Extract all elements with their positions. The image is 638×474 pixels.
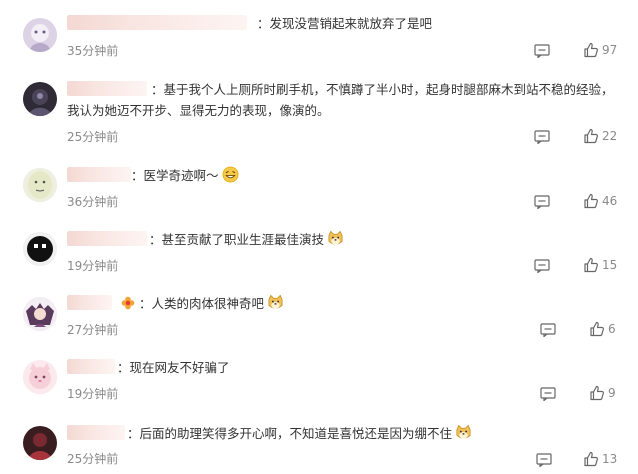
comment-text: ：后面的助理笑得多开心啊，不知道是喜悦还是因为绷不住 [127,426,453,441]
comment-text: ：基于我个人上厕所时刷手机，不慎蹲了半小时，起身时腿部麻木到站不稳的经验，我认为… [67,82,614,118]
comment-text: ：人类的肉体很神奇吧 [139,296,265,311]
like-count: 22 [602,129,618,143]
comment-text: ：医学奇迹啊～ [131,168,219,183]
comment-time: 27分钟前 [67,323,119,337]
doge-emoji-icon [456,424,471,439]
comment-icon[interactable] [534,195,550,209]
comment-icon[interactable] [536,453,552,467]
avatar[interactable] [23,18,57,52]
comment-text: ：甚至贡献了职业生涯最佳演技 [149,232,325,247]
comment-time: 25分钟前 [67,452,119,466]
comment-text: ：发现没营销起来就放弃了是吧 [257,16,433,31]
thumbs-up-icon[interactable] [583,42,599,58]
thumbs-up-icon[interactable] [583,193,599,209]
comment-text: ：现在网友不好骗了 [117,360,230,375]
laughing-emoji-icon [222,166,238,183]
comment-time: 19分钟前 [67,387,119,401]
like-count: 46 [602,194,618,208]
like-count: 15 [602,258,618,272]
like-count: 6 [608,322,616,336]
comment-item: ：基于我个人上厕所时刷手机，不慎蹲了半小时，起身时腿部麻木到站不稳的经验，我认为… [0,64,638,152]
comment-time: 36分钟前 [67,195,119,209]
comment-time: 35分钟前 [67,44,119,58]
thumbs-up-icon[interactable] [589,385,605,401]
comment-item: ：发现没营销起来就放弃了是吧 35分钟前 97 [0,0,638,64]
doge-emoji-icon [268,294,283,309]
comment-item: ：现在网友不好骗了 19分钟前 9 [0,344,638,408]
avatar[interactable] [23,232,57,266]
comment-item: ：人类的肉体很神奇吧 27分钟前 6 [0,280,638,344]
comment-icon[interactable] [534,259,550,273]
thumbs-up-icon[interactable] [583,257,599,273]
comment-icon[interactable] [534,44,550,58]
avatar[interactable] [23,297,57,331]
avatar[interactable] [23,82,57,116]
avatar[interactable] [23,360,57,394]
comment-item: ：医学奇迹啊～ 36分钟前 46 [0,152,638,216]
comment-icon[interactable] [540,387,556,401]
comment-time: 25分钟前 [67,130,119,144]
thumbs-up-icon[interactable] [583,128,599,144]
thumbs-up-icon[interactable] [589,321,605,337]
like-count: 97 [602,43,618,57]
comment-time: 19分钟前 [67,259,119,273]
comment-icon[interactable] [534,130,550,144]
avatar[interactable] [23,168,57,202]
comment-item: ：后面的助理笑得多开心啊，不知道是喜悦还是因为绷不住 25分钟前 13 [0,408,638,474]
comment-icon[interactable] [540,323,556,337]
doge-emoji-icon [328,230,343,245]
like-count: 9 [608,386,616,400]
like-count: 13 [602,452,618,466]
thumbs-up-icon[interactable] [583,451,599,467]
flower-badge-icon [121,296,135,310]
comment-item: ：甚至贡献了职业生涯最佳演技 19分钟前 15 [0,216,638,280]
avatar[interactable] [23,426,57,460]
